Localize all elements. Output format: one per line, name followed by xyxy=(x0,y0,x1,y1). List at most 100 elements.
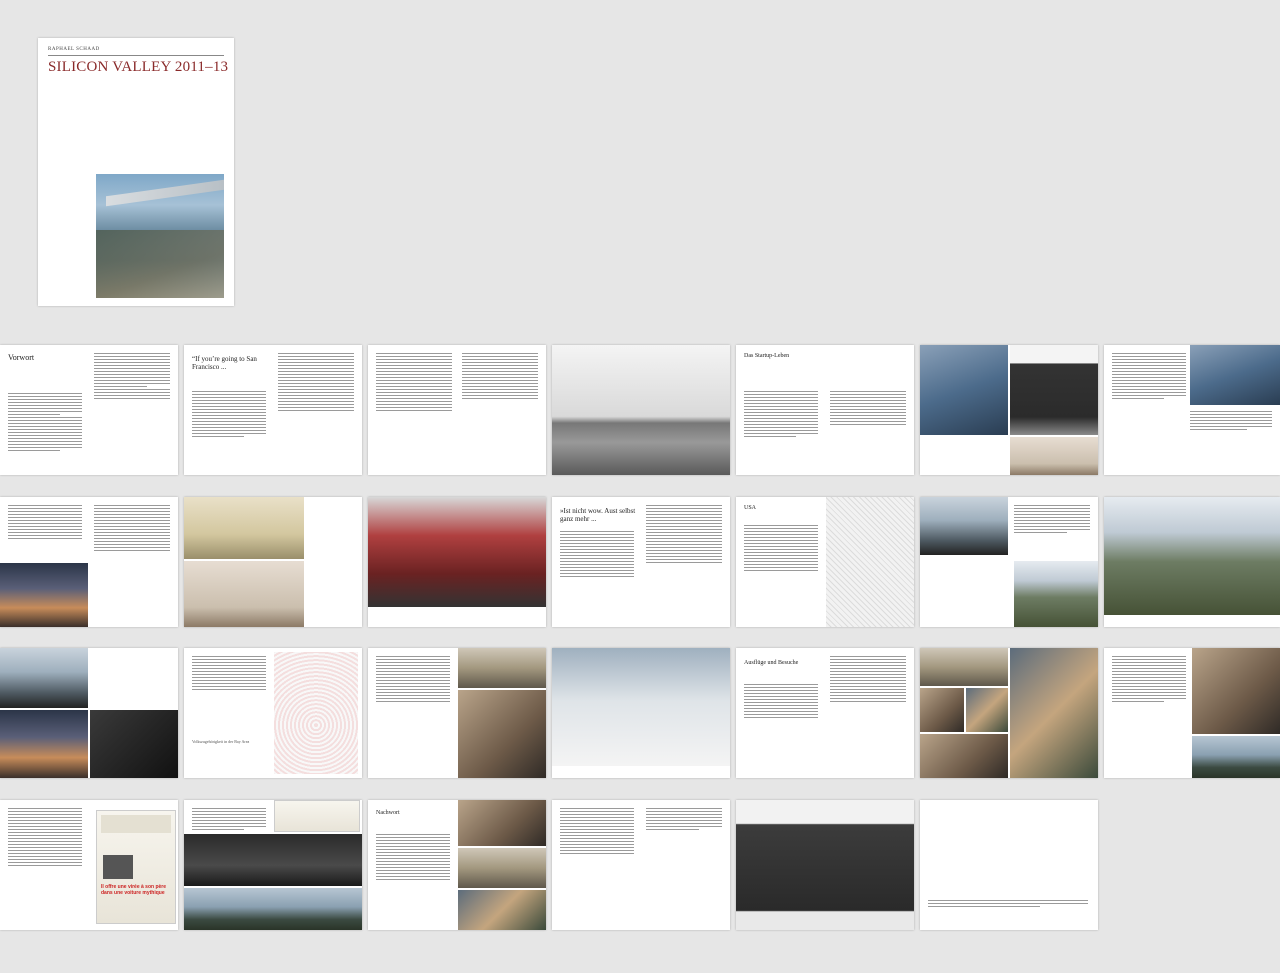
selfie-photo xyxy=(458,690,546,778)
page-chapter1[interactable]: “If you’re going to San Francisco ... xyxy=(184,345,362,475)
chapter1-text xyxy=(192,391,266,439)
vineyard-photo xyxy=(1192,736,1280,778)
sunset-photo xyxy=(0,563,88,627)
page-row3-7[interactable] xyxy=(1104,648,1280,778)
page-row3-6[interactable] xyxy=(920,648,1098,778)
houses-photo xyxy=(920,648,1008,686)
row3-p3-text xyxy=(376,656,450,704)
page-startup[interactable]: Das Startup-Leben xyxy=(736,345,914,475)
page-row4-2[interactable] xyxy=(184,800,362,930)
row3-p2-text xyxy=(192,656,266,692)
ethnicity-legend-title: Volkszugehörigkeit in der Bay Area xyxy=(192,739,250,744)
row4-p6-text xyxy=(928,900,1088,909)
page-photo-city[interactable] xyxy=(552,345,730,475)
portrait-photo xyxy=(1010,648,1098,778)
city-skyline-photo xyxy=(552,345,730,475)
clipping-photo xyxy=(274,800,360,832)
dinner-photo xyxy=(458,800,546,846)
house-photo xyxy=(458,848,546,888)
chapter1-text-right xyxy=(278,353,354,413)
storefront-photo xyxy=(736,800,914,930)
page-nachwort[interactable]: Nachwort xyxy=(368,800,546,930)
startup-heading: Das Startup-Leben xyxy=(744,353,790,359)
page-row2-6[interactable] xyxy=(920,497,1098,627)
page-row3-1[interactable] xyxy=(0,648,178,778)
ausfluge-text-right xyxy=(830,656,906,704)
page-vorwort[interactable]: Vorwort xyxy=(0,345,178,475)
chapter1-quote: “If you’re going to San Francisco ... xyxy=(192,355,257,371)
row2-p4-text-right xyxy=(646,505,722,565)
row4-p4-text xyxy=(560,808,634,856)
newspaper-headline: Il offre une virée à son père dans une v… xyxy=(101,884,167,896)
page-row4-6[interactable] xyxy=(920,800,1098,930)
bicycle-room-photo xyxy=(184,561,304,627)
row2-p4-text xyxy=(560,531,634,579)
usa-heading: USA xyxy=(744,505,757,511)
ethnicity-map-image xyxy=(274,652,358,774)
mountain-landscape-photo xyxy=(1104,497,1280,615)
page-photo-desk[interactable] xyxy=(1104,345,1280,475)
row4-p4-text-right xyxy=(646,808,722,832)
page-row4-4[interactable] xyxy=(552,800,730,930)
aerial-photo xyxy=(920,497,1008,555)
page-row4-5[interactable] xyxy=(736,800,914,930)
row2-p1-text-right xyxy=(94,505,170,553)
page-row2-7[interactable] xyxy=(1104,497,1280,627)
page3-text-right xyxy=(462,353,538,401)
vorwort-text-right xyxy=(94,353,170,401)
page-ausfluge[interactable]: Ausflüge und Besuche xyxy=(736,648,914,778)
newspaper-clipping: Il offre une virée à son père dans une v… xyxy=(96,810,176,924)
row4-p2-text xyxy=(192,808,266,832)
page-row3-3[interactable] xyxy=(368,648,546,778)
friends-photo-3 xyxy=(920,734,1008,778)
cover-rule xyxy=(48,55,224,56)
page-row4-1[interactable]: Il offre une virée à son père dans une v… xyxy=(0,800,178,930)
startup-text xyxy=(744,391,818,439)
page-row2-2[interactable] xyxy=(184,497,362,627)
friends-photo-2 xyxy=(966,688,1008,732)
startup-text-right xyxy=(830,391,906,427)
fedex-photo xyxy=(458,648,546,688)
nachwort-text xyxy=(376,834,450,882)
usa-text xyxy=(744,525,818,573)
desk-text-right xyxy=(1190,411,1272,432)
office-photo xyxy=(1010,437,1098,475)
snow-photo xyxy=(552,648,730,766)
row2-p6-text xyxy=(1014,505,1090,535)
apartment-photo xyxy=(184,497,304,559)
page-photo-spread[interactable] xyxy=(920,345,1098,475)
team-photo xyxy=(368,497,546,607)
desk-photo xyxy=(1190,345,1280,405)
tablet-photo xyxy=(920,345,1008,435)
page-usa[interactable]: USA xyxy=(736,497,914,627)
row4-p1-text xyxy=(8,808,82,868)
page-row2-3[interactable] xyxy=(368,497,546,627)
row3-p7-text xyxy=(1112,656,1186,704)
vorwort-text xyxy=(8,393,82,453)
page-row3-4[interactable] xyxy=(552,648,730,778)
row2-p1-text xyxy=(8,505,82,541)
cover-title: SILICON VALLEY 2011–13 xyxy=(48,59,229,75)
ausfluge-heading: Ausflüge und Besuche xyxy=(744,660,799,666)
page-row3-2[interactable]: Volkszugehörigkeit in der Bay Area xyxy=(184,648,362,778)
car-photo xyxy=(458,890,546,930)
cover-page[interactable]: RAPHAEL SCHAAD SILICON VALLEY 2011–13 xyxy=(38,38,234,306)
coast-photo xyxy=(0,648,88,708)
cover-author: RAPHAEL SCHAAD xyxy=(48,47,100,52)
cover-photo xyxy=(96,174,224,298)
page-row2-4[interactable]: »Ist nicht wow. Aust selbst ganz mehr ..… xyxy=(552,497,730,627)
chapter2-quote: »Ist nicht wow. Aust selbst ganz mehr ..… xyxy=(560,507,636,523)
stage-photo xyxy=(184,834,362,886)
page-text-3[interactable] xyxy=(368,345,546,475)
friends-photo-1 xyxy=(920,688,964,732)
page-row2-1[interactable] xyxy=(0,497,178,627)
couple-photo xyxy=(1192,648,1280,734)
building-photo xyxy=(1010,345,1098,435)
nachwort-heading: Nachwort xyxy=(376,810,400,816)
ausfluge-text xyxy=(744,684,818,720)
sunset-figure-photo xyxy=(0,710,88,778)
vorwort-heading: Vorwort xyxy=(8,353,35,362)
night-photo xyxy=(90,710,178,778)
page3-text-left xyxy=(376,353,452,413)
valley-photo xyxy=(1014,561,1098,627)
